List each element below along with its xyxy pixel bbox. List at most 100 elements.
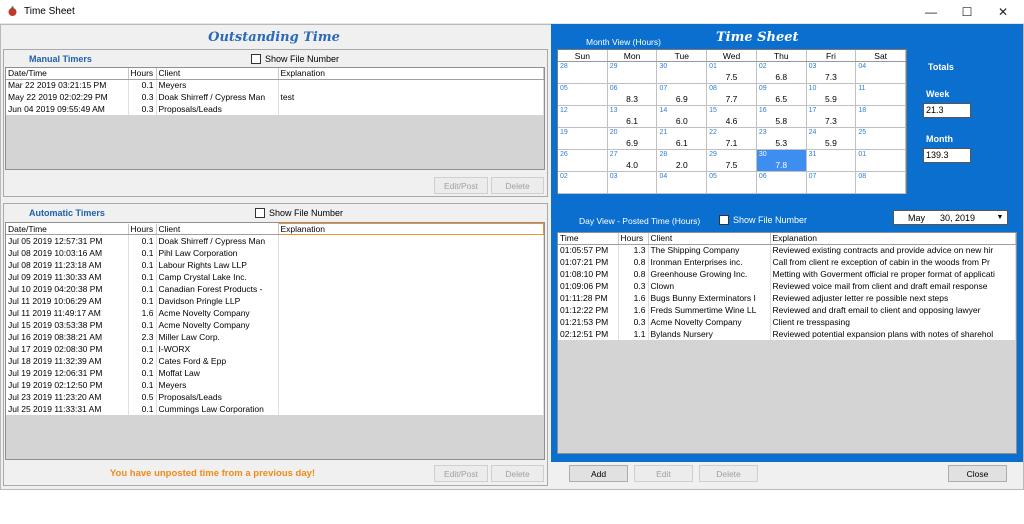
calendar-day[interactable]: 13 6.1 [608, 106, 658, 127]
calendar-day[interactable]: 18 [856, 106, 907, 127]
calendar-day[interactable]: 05 [558, 84, 608, 105]
checkbox-icon[interactable] [719, 215, 729, 225]
calendar-day[interactable]: 09 6.5 [757, 84, 807, 105]
table-row[interactable]: Jul 11 2019 10:06:29 AM 0.1 Davidson Pring… [6, 294, 544, 307]
calendar-day[interactable]: 28 2.0 [657, 150, 708, 171]
table-row[interactable]: Jul 11 2019 11:49:17 AM 1.6 Acme Novelty C… [6, 306, 544, 319]
col-client[interactable]: Client [648, 233, 771, 245]
table-row[interactable]: 01:12:22 PM 1.6 Freds Summertime Wine LL Re… [558, 304, 1016, 316]
table-row[interactable]: Jul 18 2019 11:32:39 AM 0.2 Cates Ford & E… [6, 354, 544, 367]
col-explanation[interactable]: Explanation [277, 223, 544, 235]
calendar-day[interactable]: 20 6.9 [608, 128, 658, 149]
calendar-day[interactable]: 06 8.3 [608, 84, 658, 105]
auto-edit-post-button[interactable]: Edit/Post [434, 465, 488, 482]
table-row[interactable]: 01:08:10 PM 0.8 Greenhouse Growing Inc. Met… [558, 268, 1016, 280]
calendar-day[interactable]: 02 [558, 172, 608, 193]
table-row[interactable]: Jul 23 2019 11:23:20 AM 0.5 Proposals/Lead… [6, 390, 544, 403]
auto-delete-button[interactable]: Delete [491, 465, 544, 482]
add-button[interactable]: Add [569, 465, 628, 482]
calendar-day[interactable]: 26 [558, 150, 608, 171]
table-row[interactable]: 01:07:21 PM 0.8 Ironman Enterprises inc. Ca… [558, 256, 1016, 268]
delete-button[interactable]: Delete [699, 465, 758, 482]
calendar-day[interactable]: 22 7.1 [707, 128, 757, 149]
calendar-day[interactable]: 12 [558, 106, 608, 127]
calendar-day[interactable]: 04 [657, 172, 708, 193]
table-row[interactable]: Jul 25 2019 11:33:31 AM 0.1 Cummings Law C… [6, 402, 544, 415]
col-time[interactable]: Time [558, 233, 619, 245]
manual-timers-table[interactable]: Date/Time Hours Client Explanation Mar 2… [5, 67, 545, 170]
calendar-day[interactable]: 06 [757, 172, 807, 193]
calendar-day[interactable]: 19 [558, 128, 608, 149]
table-row[interactable]: 01:05:57 PM 1.3 The Shipping Company Review… [558, 244, 1016, 256]
calendar-day[interactable]: 27 4.0 [608, 150, 658, 171]
checkbox-icon[interactable] [251, 54, 261, 64]
calendar-day[interactable]: 04 [856, 62, 907, 83]
date-picker[interactable]: May 30, 2019 ▼ [893, 210, 1008, 225]
table-row[interactable]: Jul 05 2019 12:57:31 PM 0.1 Doak Shirreff … [6, 234, 544, 247]
col-explanation[interactable]: Explanation [278, 68, 544, 80]
day-view-table[interactable]: Time Hours Client Explanation 01:05:57 P… [557, 232, 1017, 454]
calendar-day[interactable]: 25 [856, 128, 907, 149]
table-row[interactable]: 01:21:53 PM 0.3 Acme Novelty Company Client… [558, 316, 1016, 328]
calendar-day[interactable]: 05 [707, 172, 757, 193]
checkbox-icon[interactable] [255, 208, 265, 218]
col-hours[interactable]: Hours [128, 68, 157, 80]
calendar-day[interactable]: 23 5.3 [757, 128, 807, 149]
calendar-day[interactable]: 03 [608, 172, 658, 193]
chevron-down-icon[interactable]: ▼ [994, 212, 1006, 223]
edit-button[interactable]: Edit [634, 465, 693, 482]
manual-edit-post-button[interactable]: Edit/Post [434, 177, 488, 194]
calendar-day[interactable]: 24 5.9 [807, 128, 857, 149]
calendar-day[interactable]: 01 7.5 [707, 62, 757, 83]
table-row[interactable]: Jul 09 2019 11:30:33 AM 0.1 Camp Crystal L… [6, 270, 544, 283]
close-button[interactable]: Close [948, 465, 1007, 482]
table-row[interactable]: 01:11:28 PM 1.6 Bugs Bunny Exterminators I… [558, 292, 1016, 304]
calendar-day[interactable]: 03 7.3 [807, 62, 857, 83]
calendar-day[interactable]: 08 [856, 172, 907, 193]
minimize-button[interactable]: — [914, 0, 948, 24]
col-datetime[interactable]: Date/Time [6, 223, 129, 235]
col-client[interactable]: Client [156, 68, 279, 80]
manual-delete-button[interactable]: Delete [491, 177, 544, 194]
table-row[interactable]: Jul 08 2019 10:03:16 AM 0.1 Pihl Law Corpo… [6, 246, 544, 259]
calendar-day[interactable]: 16 5.8 [757, 106, 807, 127]
calendar-day[interactable]: 07 6.9 [657, 84, 708, 105]
automatic-timers-table[interactable]: Date/Time Hours Client Explanation Jul 0… [5, 222, 545, 460]
month-calendar[interactable]: Sun Mon Tue Wed Thu Fri Sat 28 29 30 01 7.5 02 6.8 03… [557, 49, 907, 194]
calendar-day[interactable]: 29 7.5 [707, 150, 757, 171]
calendar-day[interactable]: 07 [807, 172, 857, 193]
table-row[interactable]: 01:09:06 PM 0.3 Clown Reviewed voice mail f… [558, 280, 1016, 292]
calendar-day[interactable]: 15 4.6 [707, 106, 757, 127]
calendar-day[interactable]: 02 6.8 [757, 62, 807, 83]
manual-show-file-number[interactable]: Show File Number [251, 54, 339, 64]
calendar-day[interactable]: 29 [608, 62, 658, 83]
col-hours[interactable]: Hours [618, 233, 649, 245]
table-row[interactable]: May 22 2019 02:02:29 PM 0.3 Doak Shirreff … [6, 91, 544, 103]
calendar-day[interactable]: 01 [856, 150, 907, 171]
table-row[interactable]: Jul 17 2019 02:08:30 PM 0.1 I-WORX [6, 342, 544, 355]
table-row[interactable]: Jul 16 2019 08:38:21 AM 2.3 Miller Law Cor… [6, 330, 544, 343]
calendar-day[interactable]: 14 6.0 [657, 106, 708, 127]
calendar-day[interactable]: 10 5.9 [807, 84, 857, 105]
table-row[interactable]: Jul 10 2019 04:20:38 PM 0.1 Canadian Fores… [6, 282, 544, 295]
table-row[interactable]: Mar 22 2019 03:21:15 PM 0.1 Meyers [6, 79, 544, 91]
table-row[interactable]: Jun 04 2019 09:55:49 AM 0.3 Proposals/Lead… [6, 103, 544, 115]
table-row[interactable]: 02:12:51 PM 1.1 Bylands Nursery Reviewed po… [558, 328, 1016, 340]
calendar-day[interactable]: 21 6.1 [657, 128, 708, 149]
automatic-show-file-number[interactable]: Show File Number [255, 208, 343, 218]
col-explanation[interactable]: Explanation [770, 233, 1016, 245]
calendar-day[interactable]: 30 7.8 [756, 150, 807, 171]
table-row[interactable]: Jul 08 2019 11:23:18 AM 0.1 Labour Rights … [6, 258, 544, 271]
calendar-day[interactable]: 17 7.3 [807, 106, 857, 127]
calendar-day[interactable]: 08 7.7 [707, 84, 757, 105]
table-row[interactable]: Jul 19 2019 02:12:50 PM 0.1 Meyers [6, 378, 544, 391]
calendar-day[interactable]: 28 [558, 62, 608, 83]
col-hours[interactable]: Hours [128, 223, 157, 235]
calendar-day[interactable]: 30 [657, 62, 708, 83]
maximize-button[interactable]: ☐ [950, 0, 984, 24]
close-window-button[interactable]: ✕ [986, 0, 1020, 24]
col-client[interactable]: Client [156, 223, 279, 235]
table-row[interactable]: Jul 19 2019 12:06:31 PM 0.1 Moffat Law [6, 366, 544, 379]
day-show-file-number[interactable]: Show File Number [719, 215, 807, 225]
col-datetime[interactable]: Date/Time [6, 68, 129, 80]
